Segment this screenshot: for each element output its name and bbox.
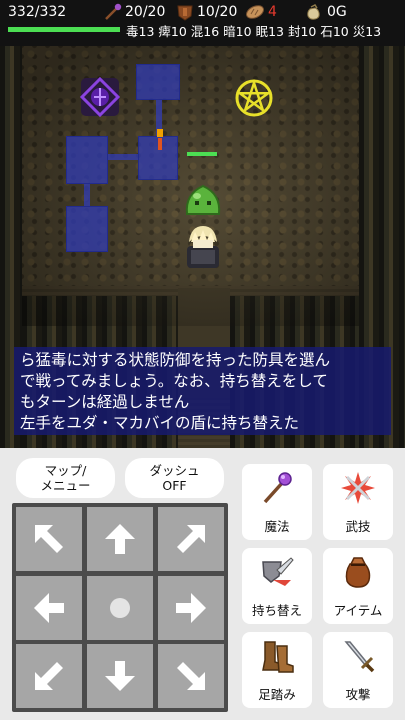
attack-label: 攻撃 — [345, 687, 371, 702]
down-left-arrow-icon — [35, 662, 63, 690]
magic-staff-icon — [263, 472, 292, 504]
dungeon-view[interactable]: ら猛毒に対する状態防御を持った防具を選ん で戦ってみましょう。なお、持ち替えをし… — [0, 46, 405, 448]
swap-equipment-label: 持ち替え — [251, 603, 302, 618]
hp-bar — [8, 27, 120, 32]
item-button[interactable]: アイテム — [323, 548, 393, 624]
resist-curse: 災13 — [352, 24, 382, 39]
resist-paralysis: 痺10 — [158, 24, 187, 39]
left-arrow-icon — [34, 593, 64, 623]
step-in-place-label: 足踏み — [258, 687, 296, 702]
move-down-right-button[interactable] — [158, 644, 224, 708]
message-line: ら猛毒に対する状態防御を持った防具を選ん — [20, 351, 331, 369]
enemy-hp-bar — [187, 152, 217, 156]
move-up-left-button[interactable] — [16, 507, 82, 571]
resist-blind: 暗10 — [223, 24, 252, 39]
dpad — [12, 503, 228, 712]
message-line: 左手をユダ・マカバイの盾に持ち替えた — [20, 414, 300, 432]
martial-skill-button[interactable]: 武技 — [323, 464, 393, 540]
resist-sleep: 眠13 — [255, 24, 284, 39]
martial-skill-label: 武技 — [345, 519, 371, 534]
weapon-uses: 20/20 — [125, 4, 166, 20]
resistance-list: 毒13 痺10 混16 暗10 眠13 封10 石10 災13 — [126, 24, 381, 40]
gold-amount: 0G — [327, 4, 347, 20]
crossed-swords-burst-icon — [341, 472, 375, 504]
map-menu-button[interactable]: マップ/ メニュー — [16, 458, 115, 498]
resist-poison: 毒13 — [126, 24, 155, 39]
resist-seal: 封10 — [287, 24, 317, 39]
message-line: もターンは経過しません — [20, 393, 190, 411]
bread-icon — [246, 5, 264, 19]
boots-icon — [262, 641, 294, 673]
dash-toggle-button[interactable]: ダッシュ OFF — [125, 458, 224, 498]
slime-enemy[interactable] — [183, 180, 223, 220]
move-up-button[interactable] — [87, 507, 153, 571]
magic-button[interactable]: 魔法 — [242, 464, 312, 540]
food-count: 4 — [268, 4, 277, 20]
move-right-button[interactable] — [158, 576, 224, 640]
move-down-button[interactable] — [87, 644, 153, 708]
item-bag-icon — [345, 557, 371, 588]
swap-equipment-button[interactable]: 持ち替え — [242, 548, 312, 624]
swap-equipment-icon — [262, 557, 294, 586]
attack-button[interactable]: 攻撃 — [323, 632, 393, 708]
staff-icon — [105, 3, 122, 20]
up-right-arrow-icon — [177, 525, 205, 553]
item-label: アイテム — [333, 603, 383, 618]
coin-bag-icon — [307, 4, 320, 20]
sword-icon — [344, 641, 375, 673]
magic-label: 魔法 — [264, 519, 290, 534]
shield-uses: 10/20 — [197, 4, 238, 20]
magic-trap-icon — [79, 76, 121, 118]
player-character — [187, 226, 219, 268]
hp-bar-fill — [8, 27, 120, 32]
down-right-arrow-icon — [177, 662, 205, 690]
message-line: で戦ってみましょう。なお、持ち替えをして — [20, 372, 328, 390]
shield-icon — [177, 5, 193, 21]
resist-confusion: 混16 — [190, 24, 220, 39]
rune-circle-icon — [235, 78, 273, 117]
up-left-arrow-icon — [35, 525, 63, 553]
move-down-left-button[interactable] — [16, 644, 82, 708]
step-in-place-button[interactable]: 足踏み — [242, 632, 312, 708]
center-wait-icon — [110, 598, 130, 618]
resist-stone: 石10 — [320, 24, 349, 39]
up-arrow-icon — [105, 524, 135, 554]
move-left-button[interactable] — [16, 576, 82, 640]
control-panel: マップ/ メニュー ダッシュ OFF 魔法 武技 持ち替え アイテム 足踏み 攻… — [0, 448, 405, 720]
hp-text: 332/332 — [8, 4, 67, 20]
wait-button[interactable] — [87, 576, 153, 640]
message-log: ら猛毒に対する状態防御を持った防具を選ん で戦ってみましょう。なお、持ち替えをし… — [14, 347, 391, 435]
move-up-right-button[interactable] — [158, 507, 224, 571]
down-arrow-icon — [105, 661, 135, 691]
status-bar: 332/332 20/20 10/20 4 0G 毒13 痺10 混16 暗10… — [0, 0, 405, 46]
right-arrow-icon — [176, 593, 206, 623]
